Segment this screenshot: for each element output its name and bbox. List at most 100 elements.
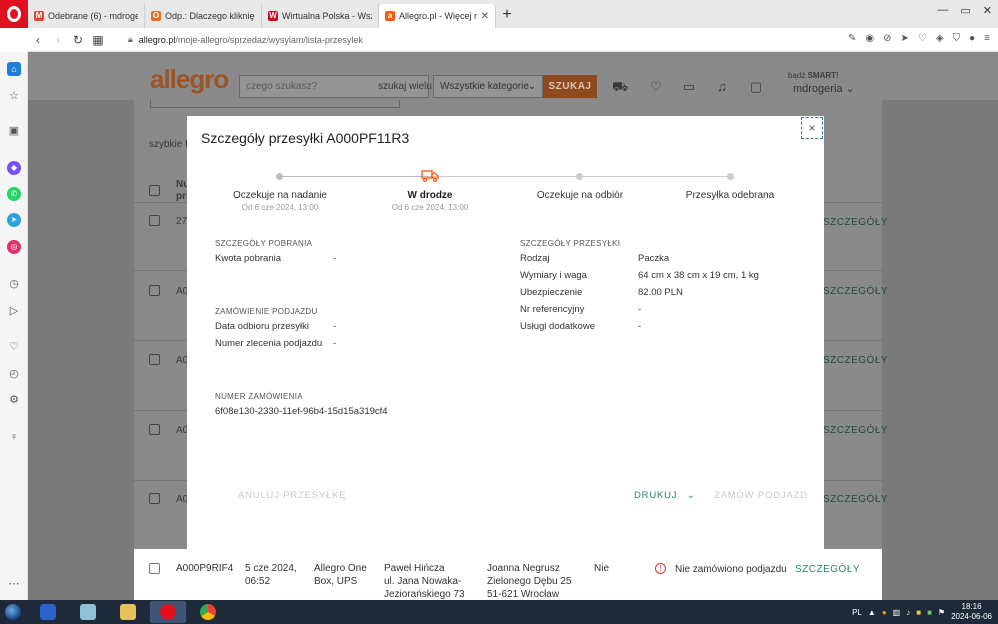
speed-dial-icon[interactable]: ▦ bbox=[88, 33, 108, 47]
user-name: mdrogeria bbox=[793, 83, 843, 95]
menu-icon[interactable]: ≡ bbox=[984, 33, 990, 44]
row-checkbox[interactable] bbox=[149, 563, 160, 574]
close-tab-icon[interactable]: ✕ bbox=[481, 11, 489, 22]
filter-select[interactable] bbox=[150, 100, 400, 108]
url-field[interactable]: 🔒︎ allegro.pl/moje-allegro/sprzedaz/wysy… bbox=[128, 34, 363, 45]
details-link[interactable]: SZCZEGÓŁY bbox=[823, 286, 888, 297]
settings-icon[interactable]: ⚙ bbox=[7, 393, 21, 407]
more-icon[interactable]: ⋯ bbox=[7, 577, 21, 591]
tab-title: Allegro.pl - Więcej niż aukc bbox=[399, 11, 477, 21]
details-link[interactable]: SZCZEGÓŁY bbox=[823, 425, 888, 436]
messenger-icon[interactable]: ◆ bbox=[7, 161, 21, 175]
smart-badge[interactable]: bądź SMART! bbox=[788, 71, 839, 80]
cube-icon[interactable]: ◈ bbox=[936, 33, 944, 44]
details-link[interactable]: SZCZEGÓŁY bbox=[795, 564, 860, 575]
flag-icon[interactable]: ⚑ bbox=[938, 608, 945, 617]
heart-icon[interactable]: ♡ bbox=[648, 79, 664, 95]
instagram-icon[interactable]: ◎ bbox=[7, 240, 21, 254]
details-link[interactable]: SZCZEGÓŁY bbox=[823, 355, 888, 366]
pickup-order-value: - bbox=[333, 338, 337, 349]
tab-gmail[interactable]: M Odebrane (6) - mdrogeria@ bbox=[28, 4, 145, 28]
forward-icon[interactable]: › bbox=[48, 33, 68, 47]
maximize-icon[interactable]: ▭ bbox=[960, 4, 970, 17]
tab-wp[interactable]: W Wirtualna Polska - Wszystk bbox=[262, 4, 379, 28]
cart-icon[interactable]: ▢ bbox=[748, 79, 764, 95]
opera-logo-icon bbox=[7, 6, 21, 22]
heart-icon[interactable]: ♡ bbox=[918, 33, 927, 44]
bell-icon[interactable]: ♫ bbox=[714, 79, 730, 95]
reload-icon[interactable]: ↻ bbox=[68, 33, 88, 47]
tab-opera-mail[interactable]: O Odp.: Dlaczego kliknięcie w bbox=[145, 4, 262, 28]
history-icon[interactable]: ◴ bbox=[7, 367, 21, 381]
step-date: Od 6 cze 2024, 13:00 bbox=[391, 203, 469, 212]
tips-icon[interactable]: ♀ bbox=[7, 430, 21, 444]
tab-allegro[interactable]: a Allegro.pl - Więcej niż aukc ✕ bbox=[379, 4, 496, 28]
select-all-checkbox[interactable] bbox=[149, 185, 160, 196]
taskbar-app[interactable] bbox=[70, 601, 106, 623]
edit-icon[interactable]: ✎ bbox=[848, 33, 856, 44]
camera-icon[interactable]: ◉ bbox=[865, 33, 874, 44]
start-button[interactable] bbox=[0, 600, 26, 624]
telegram-icon[interactable]: ➤ bbox=[7, 213, 21, 227]
row-checkbox[interactable] bbox=[149, 285, 160, 296]
row-sender: Jeziorańskiego 73 bbox=[384, 589, 465, 600]
network-icon[interactable]: ▥ bbox=[893, 608, 901, 617]
search-button[interactable]: SZUKAJ bbox=[543, 75, 597, 98]
opera-sidebar: ⌂ ☆ ▣ ◆ ✆ ➤ ◎ ◷ ▷ ♡ ◴ ⚙ ♀ ⋯ bbox=[0, 52, 28, 600]
clock[interactable]: 18:16 2024-06-06 bbox=[951, 602, 992, 622]
order-pickup-button[interactable]: ZAMÓW PODJAZD bbox=[714, 490, 808, 501]
parcel-insurance-value: 82.00 PLN bbox=[638, 287, 683, 298]
row-time: 06:52 bbox=[245, 576, 271, 587]
allegro-icon: a bbox=[385, 11, 395, 21]
row-recipient: 51-621 Wrocław bbox=[487, 589, 560, 600]
home-icon[interactable]: ⌂ bbox=[7, 62, 21, 76]
close-button[interactable]: × bbox=[801, 117, 823, 139]
opera-mail-icon: O bbox=[151, 11, 161, 21]
folder-icon bbox=[120, 604, 136, 620]
allegro-logo[interactable]: allegro bbox=[150, 64, 229, 95]
adblock-icon[interactable]: ⊘ bbox=[883, 33, 891, 44]
delivery-icon[interactable]: ⛟ bbox=[612, 79, 628, 95]
opera-menu-button[interactable] bbox=[0, 0, 28, 28]
windows-taskbar: PL ▲ ● ▥ ♪ ■ ■ ⚑ 18:16 2024-06-06 bbox=[0, 600, 998, 624]
taskbar-media-player[interactable] bbox=[30, 601, 66, 623]
cancel-shipment-button[interactable]: ANULUJ PRZESYŁKĘ bbox=[238, 490, 346, 501]
volume-icon[interactable]: ♪ bbox=[906, 608, 910, 617]
tab-title: Odebrane (6) - mdrogeria@ bbox=[48, 11, 138, 21]
language-indicator[interactable]: PL bbox=[852, 608, 862, 617]
step-dot bbox=[576, 173, 583, 180]
row-checkbox[interactable] bbox=[149, 354, 160, 365]
flow-icon[interactable]: ▷ bbox=[7, 304, 21, 318]
rss-icon[interactable]: ● bbox=[882, 608, 887, 617]
row-checkbox[interactable] bbox=[149, 215, 160, 226]
app-tray-icon[interactable]: ■ bbox=[916, 608, 921, 617]
category-select[interactable]: Wszystkie kategorie ⌄ bbox=[433, 75, 543, 98]
back-icon[interactable]: ‹ bbox=[28, 33, 48, 47]
row-checkbox[interactable] bbox=[149, 493, 160, 504]
player-icon[interactable]: ◷ bbox=[7, 277, 21, 291]
taskbar-chrome[interactable] bbox=[190, 601, 226, 623]
minimize-icon[interactable]: — bbox=[937, 4, 948, 17]
print-button[interactable]: DRUKUJ ⌄ bbox=[634, 490, 696, 501]
shield-icon[interactable]: ⛉ bbox=[953, 33, 961, 44]
taskbar-explorer[interactable] bbox=[110, 601, 146, 623]
details-link[interactable]: SZCZEGÓŁY bbox=[823, 494, 888, 505]
row-checkbox[interactable] bbox=[149, 424, 160, 435]
parcel-extra-value: - bbox=[638, 321, 642, 332]
chat-icon[interactable]: ▭ bbox=[681, 79, 697, 95]
security-icon[interactable]: ■ bbox=[927, 608, 932, 617]
send-icon[interactable]: ➤ bbox=[901, 33, 909, 44]
user-menu[interactable]: mdrogeria ⌄ bbox=[793, 82, 855, 95]
new-tab-button[interactable]: + bbox=[496, 4, 518, 28]
close-window-icon[interactable]: ✕ bbox=[983, 4, 992, 17]
bag-icon[interactable]: ▣ bbox=[7, 124, 21, 138]
expand-tray-icon[interactable]: ▲ bbox=[868, 608, 876, 617]
search-mode[interactable]: szukaj wielu bbox=[378, 81, 432, 92]
whatsapp-icon[interactable]: ✆ bbox=[7, 187, 21, 201]
taskbar-opera[interactable] bbox=[150, 601, 186, 623]
ai-icon[interactable]: ☆ bbox=[7, 89, 21, 103]
details-link[interactable]: SZCZEGÓŁY bbox=[823, 217, 888, 228]
profile-icon[interactable]: ● bbox=[969, 33, 975, 44]
bookmarks-icon[interactable]: ♡ bbox=[7, 340, 21, 354]
row-flag: Nie bbox=[594, 563, 610, 574]
